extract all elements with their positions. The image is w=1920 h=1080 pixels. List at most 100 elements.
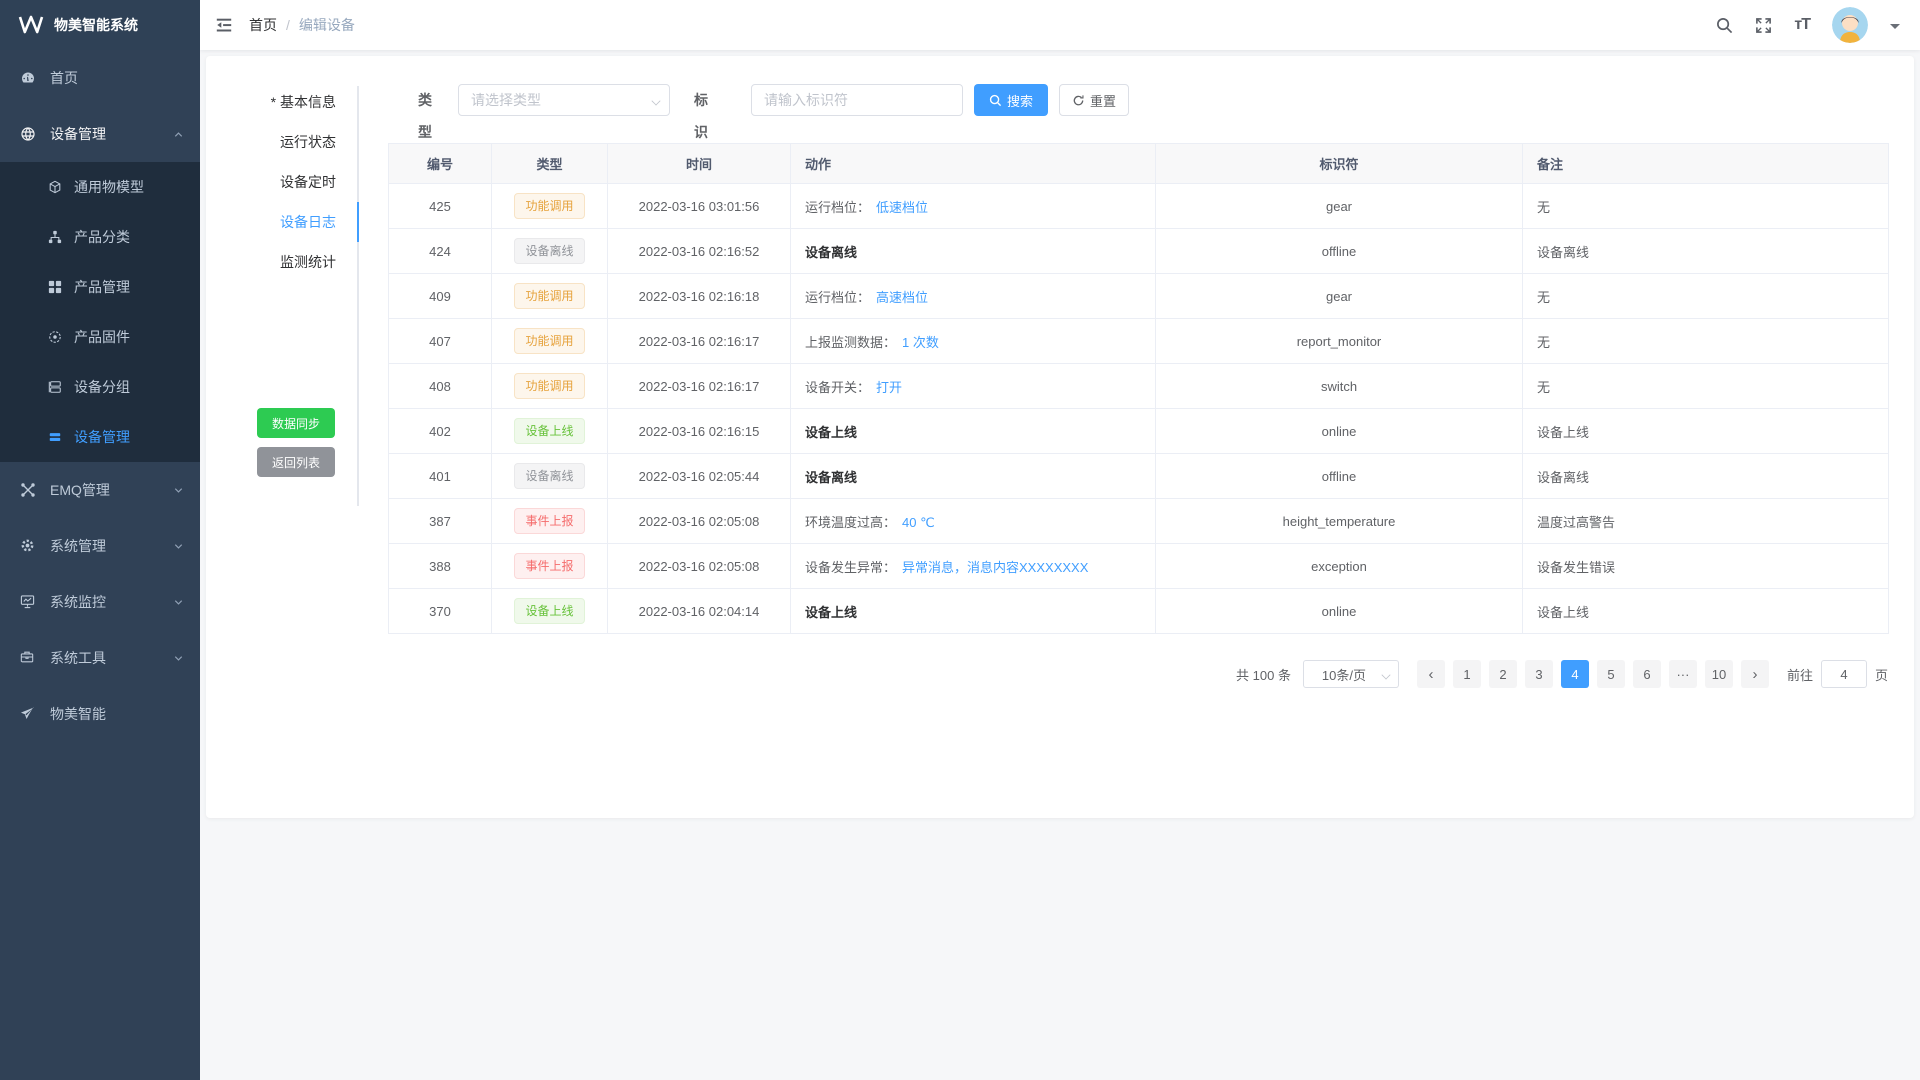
cell-time: 2022-03-16 03:01:56 [608, 184, 791, 229]
action-text: 运行档位： [805, 290, 870, 305]
paper-plane-icon [20, 706, 36, 722]
type-tag: 功能调用 [514, 283, 584, 309]
jump-page-input[interactable] [1821, 660, 1867, 688]
tab-基本信息[interactable]: * 基本信息 [206, 82, 356, 122]
action-link[interactable]: 40 ℃ [902, 515, 935, 530]
device-group-icon [48, 380, 62, 394]
type-tag: 设备离线 [514, 463, 584, 489]
cell-remark: 设备离线 [1523, 454, 1889, 499]
type-tag: 设备上线 [514, 418, 584, 444]
cell-type: 功能调用 [492, 274, 608, 319]
column-header-标识符: 标识符 [1156, 144, 1523, 184]
tabs-active-indicator [357, 202, 359, 242]
cell-id: 409 [389, 274, 492, 319]
cell-id: 388 [389, 544, 492, 589]
cell-action: 设备离线 [791, 454, 1156, 499]
chevron-down-icon [1382, 671, 1390, 679]
column-header-动作: 动作 [791, 144, 1156, 184]
data-sync-button[interactable]: 数据同步 [257, 408, 335, 438]
cell-remark: 无 [1523, 184, 1889, 229]
sidebar-item-设备管理[interactable]: 设备管理 [0, 106, 200, 162]
app-title: 物美智能系统 [54, 15, 138, 35]
cell-action: 设备上线 [791, 589, 1156, 634]
search-icon[interactable] [1716, 17, 1733, 34]
tab-设备定时[interactable]: 设备定时 [206, 162, 356, 202]
cell-type: 设备上线 [492, 409, 608, 454]
sidebar-item-label: 设备管理 [50, 124, 173, 144]
breadcrumb: 首页 / 编辑设备 [249, 15, 355, 35]
device-edit-tabs: * 基本信息运行状态设备定时设备日志监测统计 [206, 82, 356, 282]
column-header-编号: 编号 [389, 144, 492, 184]
reset-button[interactable]: 重置 [1059, 84, 1129, 116]
action-link[interactable]: 打开 [876, 380, 902, 395]
sidebar: 物美智能系统 首页设备管理通用物模型产品分类产品管理产品固件设备分组设备管理EM… [0, 0, 200, 1080]
sidebar-item-EMQ管理[interactable]: EMQ管理 [0, 462, 200, 518]
page-button-10[interactable]: 10 [1705, 660, 1733, 688]
table-row: 387事件上报2022-03-16 02:05:08环境温度过高：40 ℃hei… [389, 499, 1889, 544]
cell-type: 设备上线 [492, 589, 608, 634]
action-link[interactable]: 低速档位 [876, 200, 928, 215]
sidebar-item-通用物模型[interactable]: 通用物模型 [0, 162, 200, 212]
identifier-input[interactable] [751, 84, 963, 116]
tab-监测统计[interactable]: 监测统计 [206, 242, 356, 282]
type-label: 类型 [418, 84, 432, 116]
page-size-select[interactable]: 10条/页 [1303, 660, 1399, 688]
type-tag: 设备上线 [514, 598, 584, 624]
cell-id: 387 [389, 499, 492, 544]
sidebar-item-产品固件[interactable]: 产品固件 [0, 312, 200, 362]
action-link[interactable]: 异常消息，消息内容XXXXXXXX [902, 560, 1088, 575]
fullscreen-icon[interactable] [1755, 17, 1772, 34]
cell-identifier: offline [1156, 229, 1523, 274]
back-to-list-button[interactable]: 返回列表 [257, 447, 335, 477]
font-size-icon[interactable]: тT [1794, 16, 1810, 34]
sidebar-fold-icon[interactable] [215, 16, 233, 34]
cell-id: 408 [389, 364, 492, 409]
sidebar-item-label: 设备管理 [74, 427, 184, 447]
sidebar-item-label: EMQ管理 [50, 480, 173, 500]
type-tag: 功能调用 [514, 193, 584, 219]
sidebar-item-产品分类[interactable]: 产品分类 [0, 212, 200, 262]
next-page-button[interactable]: › [1741, 660, 1769, 688]
sidebar-item-label: 产品固件 [74, 327, 184, 347]
page-button-1[interactable]: 1 [1453, 660, 1481, 688]
cell-type: 功能调用 [492, 319, 608, 364]
device-log-table: 编号类型时间动作标识符备注 425功能调用2022-03-16 03:01:56… [388, 143, 1889, 634]
tab-运行状态[interactable]: 运行状态 [206, 122, 356, 162]
sidebar-item-label: 通用物模型 [74, 177, 184, 197]
cell-id: 370 [389, 589, 492, 634]
cell-time: 2022-03-16 02:16:52 [608, 229, 791, 274]
pager-more[interactable]: ··· [1669, 660, 1697, 688]
action-text: 环境温度过高： [805, 515, 896, 530]
dashboard-icon [20, 70, 36, 86]
sidebar-item-产品管理[interactable]: 产品管理 [0, 262, 200, 312]
caret-down-icon[interactable] [1890, 24, 1900, 34]
tab-设备日志[interactable]: 设备日志 [206, 202, 356, 242]
column-header-时间: 时间 [608, 144, 791, 184]
table-row: 370设备上线2022-03-16 02:04:14设备上线online设备上线 [389, 589, 1889, 634]
chevron-down-icon [173, 541, 184, 552]
prev-page-button[interactable]: ‹ [1417, 660, 1445, 688]
sidebar-item-物美智能[interactable]: 物美智能 [0, 686, 200, 742]
sidebar-item-系统工具[interactable]: 系统工具 [0, 630, 200, 686]
cell-identifier: exception [1156, 544, 1523, 589]
avatar[interactable] [1832, 7, 1868, 43]
page-button-2[interactable]: 2 [1489, 660, 1517, 688]
breadcrumb-home[interactable]: 首页 [249, 15, 277, 35]
sidebar-item-系统监控[interactable]: 系统监控 [0, 574, 200, 630]
sidebar-item-系统管理[interactable]: 系统管理 [0, 518, 200, 574]
page-button-4[interactable]: 4 [1561, 660, 1589, 688]
identifier-label: 标识符 [694, 84, 708, 116]
sidebar-item-设备分组[interactable]: 设备分组 [0, 362, 200, 412]
action-link[interactable]: 高速档位 [876, 290, 928, 305]
page-button-5[interactable]: 5 [1597, 660, 1625, 688]
pagination: 共 100 条 10条/页 ‹ 123456···10 › 前往 页 [1236, 660, 1888, 688]
sidebar-item-设备管理[interactable]: 设备管理 [0, 412, 200, 462]
type-select[interactable]: 请选择类型 [458, 84, 670, 116]
page-button-3[interactable]: 3 [1525, 660, 1553, 688]
search-button[interactable]: 搜索 [974, 84, 1048, 116]
sidebar-item-首页[interactable]: 首页 [0, 50, 200, 106]
page-button-6[interactable]: 6 [1633, 660, 1661, 688]
action-link[interactable]: 1 次数 [902, 335, 939, 350]
cell-remark: 无 [1523, 319, 1889, 364]
sidebar-item-label: 系统管理 [50, 536, 173, 556]
